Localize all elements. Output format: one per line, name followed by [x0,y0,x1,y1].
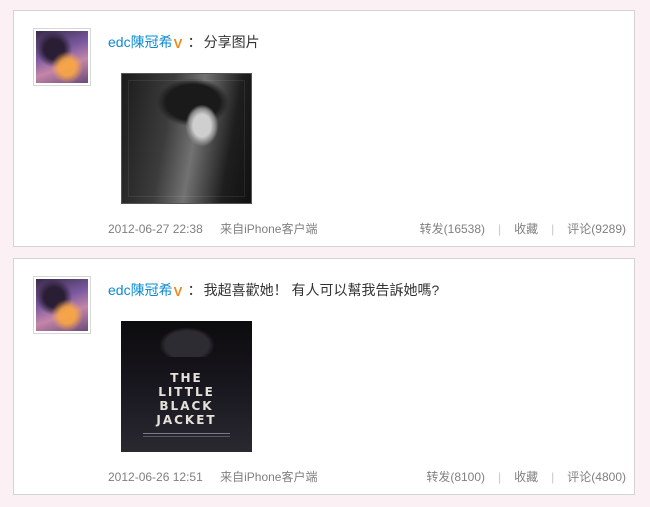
avatar[interactable] [33,276,91,334]
favorite-button[interactable]: 收藏 [514,222,538,236]
separator: | [498,470,502,484]
avatar[interactable] [33,28,91,86]
separator: | [498,222,502,236]
post-meta: 2012-06-26 12:51 来自iPhone客户端 转发(8100) | 收藏… [108,469,626,485]
vip-v-icon[interactable]: V [174,285,188,298]
post-meta: 2012-06-27 22:38 来自iPhone客户端 转发(16538) | 收… [108,221,626,237]
vip-v-icon[interactable]: V [174,37,188,50]
poster-title: THE LITTLE BLACK JACKET [156,371,217,427]
username-link[interactable]: edc陳冠希 [108,34,173,50]
hat-shape [159,327,215,357]
comment-button[interactable]: 评论(9289) [567,222,626,236]
post-header: edc陳冠希V：我超喜歡她！ 有人可以幫我告訴她嗎? [108,282,440,299]
weibo-post-2: edc陳冠希V：我超喜歡她！ 有人可以幫我告訴她嗎? THE LITTLE BL… [13,258,635,495]
post-text: 分享图片 [203,34,260,50]
repost-button[interactable]: 转发(8100) [426,470,485,484]
post-photo[interactable]: THE LITTLE BLACK JACKET [121,321,252,452]
separator: | [551,222,555,236]
avatar-image [36,31,88,83]
post-time-link[interactable]: 2012-06-26 12:51 [108,470,203,484]
comment-button[interactable]: 评论(4800) [567,470,626,484]
post-actions: 转发(16538) | 收藏 | 评论(9289) [420,221,626,237]
post-time-link[interactable]: 2012-06-27 22:38 [108,222,203,236]
separator: | [551,470,555,484]
post-actions: 转发(8100) | 收藏 | 评论(4800) [426,469,626,485]
post-source: 来自iPhone客户端 [220,470,318,484]
avatar-image [36,279,88,331]
favorite-button[interactable]: 收藏 [514,470,538,484]
post-header: edc陳冠希V：分享图片 [108,34,260,51]
post-source: 来自iPhone客户端 [220,222,318,236]
post-text: 我超喜歡她！ 有人可以幫我告訴她嗎? [203,282,440,298]
repost-button[interactable]: 转发(16538) [420,222,485,236]
username-link[interactable]: edc陳冠希 [108,282,173,298]
weibo-post-1: edc陳冠希V：分享图片 2012-06-27 22:38 来自iPhone客户… [13,10,635,247]
post-photo[interactable] [121,73,252,204]
